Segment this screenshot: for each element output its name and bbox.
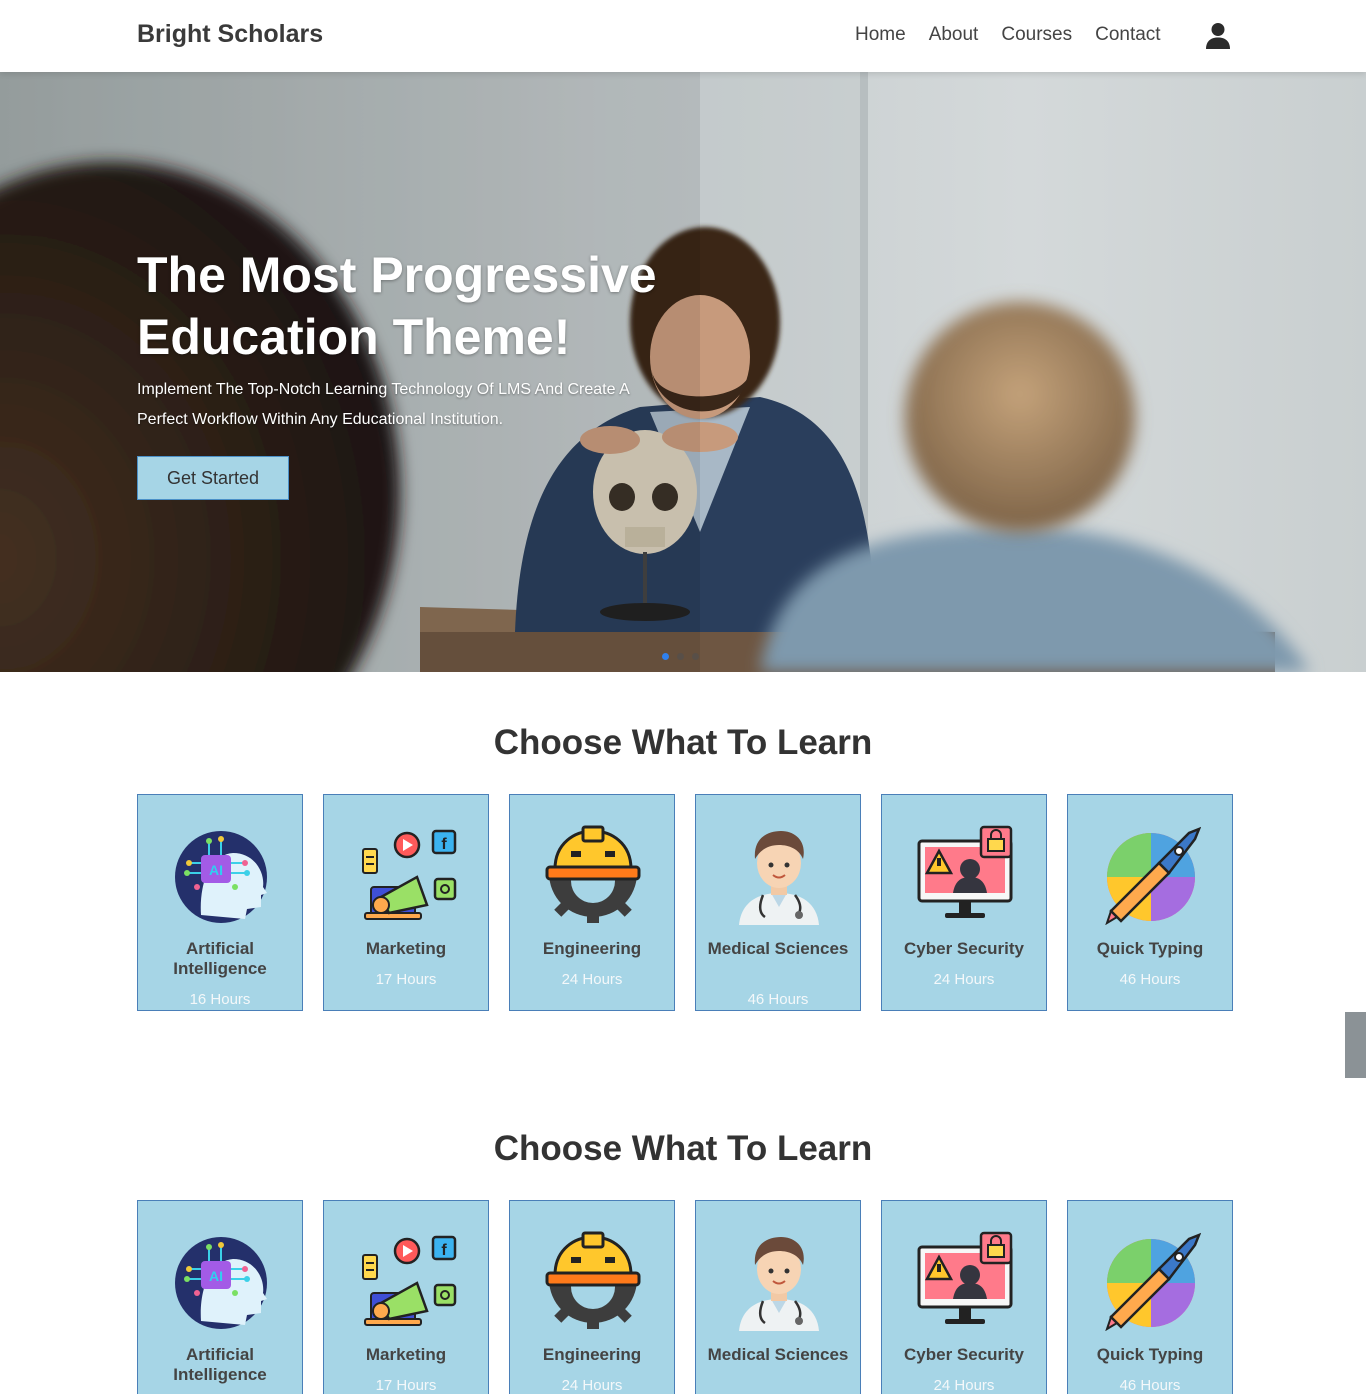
section-title: Choose What To Learn [493,1129,873,1168]
nav-link-about[interactable]: About [929,24,979,46]
course-hours: 46 Hours [1119,971,1181,988]
side-scroll-tab[interactable] [1345,1012,1366,1078]
pen-palette-icon [1101,825,1202,926]
marketing-megaphone-icon: f [357,825,457,925]
course-card[interactable]: Medical Sciences 46 Hours [695,794,861,1011]
course-card[interactable]: AI Artificial Intelligence 16 Hours [137,794,303,1011]
course-cards-row: AI Artificial Intelligence16 Hours f Mar… [137,1200,1233,1394]
course-cards-row: AI Artificial Intelligence 16 Hours f Mar… [137,794,1233,1011]
course-hours: 24 Hours [933,1377,995,1394]
course-hours: 24 Hours [933,971,995,988]
nav-link-contact[interactable]: Contact [1095,24,1160,46]
svg-text:AI: AI [209,1268,223,1284]
course-name: Marketing [365,939,447,958]
course-name: Engineering [542,1345,642,1364]
navbar: Bright Scholars Home About Courses Conta… [0,0,1366,72]
course-hours: 46 Hours [1119,1377,1181,1394]
course-hours: 17 Hours [375,1377,437,1394]
course-card[interactable]: AI Artificial Intelligence16 Hours [137,1200,303,1394]
svg-text:AI: AI [209,862,223,878]
course-name: Cyber Security [904,939,1024,958]
course-hours: 17 Hours [375,971,437,988]
course-name: Cyber Security [904,1345,1024,1364]
svg-text:f: f [441,836,447,853]
engineering-helmet-gear-icon [543,825,643,925]
course-hours: 24 Hours [561,1377,623,1394]
course-name: Artificial Intelligence [173,1345,267,1384]
course-name: Marketing [365,1345,447,1364]
svg-text:f: f [441,1242,447,1259]
course-hours: 16 Hours [189,991,251,1008]
course-name: Medical Sciences [707,939,849,958]
brand-logo[interactable]: Bright Scholars [137,20,323,49]
hero-title: The Most Progressive Education Theme! [137,247,657,365]
course-card[interactable]: Medical Sciences46 Hours [695,1200,861,1394]
carousel-indicators [662,653,699,660]
course-name: Artificial Intelligence [173,939,267,978]
course-hours: 24 Hours [561,971,623,988]
course-name: Medical Sciences [707,1345,849,1364]
course-card[interactable]: Cyber Security 24 Hours [881,1200,1047,1394]
nav-link-courses[interactable]: Courses [1001,24,1072,46]
course-card[interactable]: Cyber Security 24 Hours [881,794,1047,1011]
course-card[interactable]: f Marketing 17 Hours [323,794,489,1011]
carousel-dot-2[interactable] [677,653,684,660]
section-title: Choose What To Learn [493,723,873,762]
course-name: Quick Typing [1096,1345,1204,1364]
ai-brain-icon: AI [171,825,271,925]
course-name: Engineering [542,939,642,958]
course-card[interactable]: Quick Typing 46 Hours [1067,794,1233,1011]
ai-brain-icon: AI [171,1231,271,1331]
engineering-helmet-gear-icon [543,1231,643,1331]
carousel-dot-3[interactable] [692,653,699,660]
doctor-icon [729,1231,829,1331]
course-card[interactable]: Engineering 24 Hours [509,794,675,1011]
pen-palette-icon [1101,1231,1202,1332]
main-nav: Home About Courses Contact [855,24,1161,46]
doctor-icon [729,825,829,925]
hero-subtitle: Implement The Top-Notch Learning Technol… [137,381,629,428]
nav-link-home[interactable]: Home [855,24,906,46]
course-hours: 46 Hours [747,991,809,1008]
cyber-security-monitor-icon [915,1231,1015,1331]
user-icon[interactable] [1205,22,1231,50]
course-card[interactable]: f Marketing 17 Hours [323,1200,489,1394]
get-started-button[interactable]: Get Started [137,456,289,500]
hero-photo [0,72,1366,672]
hero-carousel: The Most Progressive Education Theme! Im… [0,72,1366,672]
course-card[interactable]: Engineering 24 Hours [509,1200,675,1394]
marketing-megaphone-icon: f [357,1231,457,1331]
carousel-dot-1[interactable] [662,653,669,660]
cyber-security-monitor-icon [915,825,1015,925]
course-card[interactable]: Quick Typing 46 Hours [1067,1200,1233,1394]
course-name: Quick Typing [1096,939,1204,958]
